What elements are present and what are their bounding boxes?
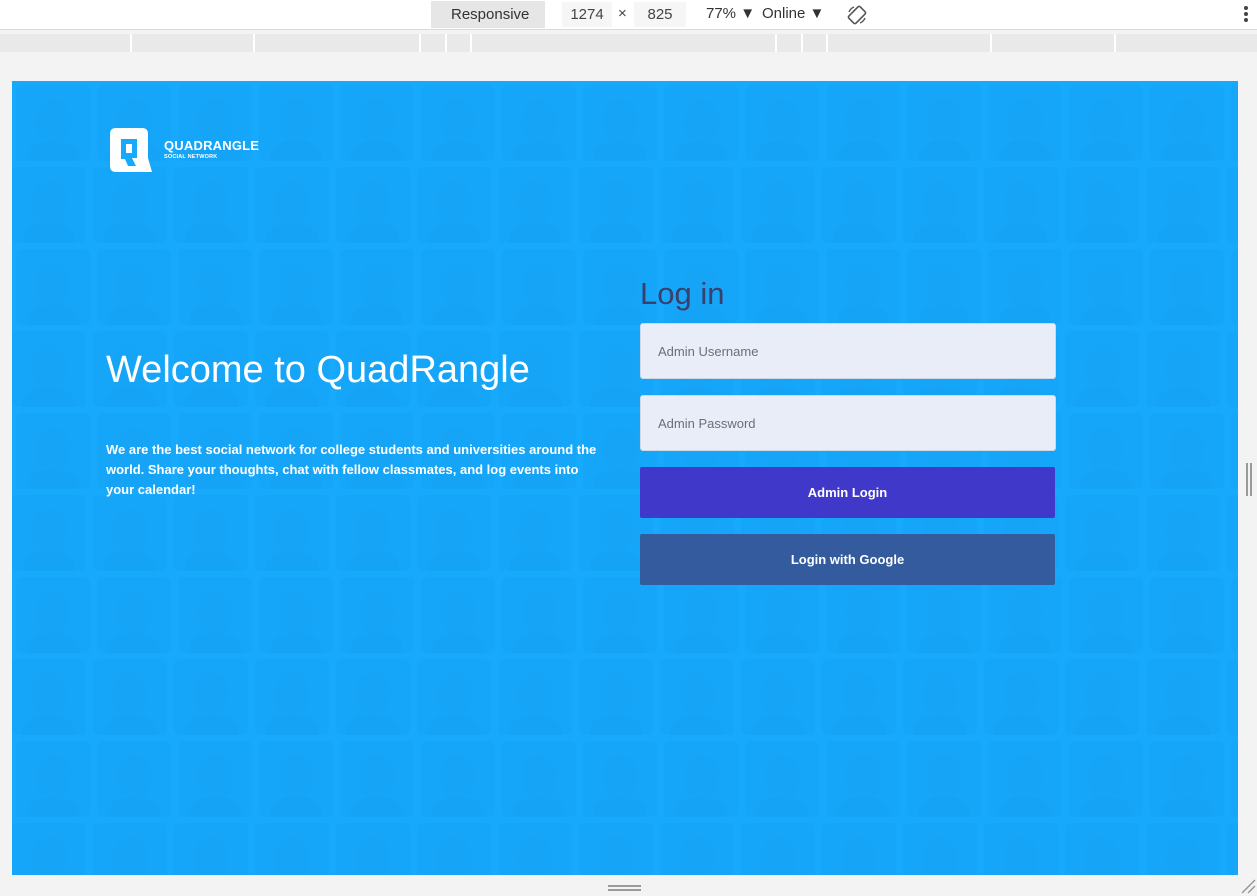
media-query-segment[interactable] xyxy=(130,34,132,52)
brand-title: QUADRANGLE xyxy=(164,138,260,153)
media-query-segment[interactable] xyxy=(253,34,255,52)
device-select[interactable]: Responsive ▼ xyxy=(431,1,545,49)
brand-logo[interactable]: QUADRANGLE SOCIAL NETWORK xyxy=(106,126,266,176)
media-query-bar xyxy=(0,34,1257,52)
network-throttle-select[interactable]: Online ▼ xyxy=(762,5,824,22)
viewport-resize-handle-bottom[interactable] xyxy=(608,885,641,893)
page-viewport: QUADRANGLE SOCIAL NETWORK Welcome to Qua… xyxy=(12,81,1238,875)
admin-username-input[interactable] xyxy=(640,323,1056,379)
viewport-resize-corner-icon[interactable] xyxy=(1240,878,1256,894)
viewport-height-input[interactable]: 825 xyxy=(634,2,686,27)
welcome-description: We are the best social network for colle… xyxy=(106,442,597,497)
dimension-separator: × xyxy=(618,5,627,22)
more-options-icon[interactable] xyxy=(1242,6,1250,24)
brand-subtitle: SOCIAL NETWORK xyxy=(164,154,218,160)
media-query-segment[interactable] xyxy=(801,34,803,52)
admin-password-input[interactable] xyxy=(640,395,1056,451)
media-query-segment[interactable] xyxy=(445,34,447,52)
welcome-heading: Welcome to QuadRangle xyxy=(106,349,530,391)
login-title: Log in xyxy=(640,276,725,311)
media-query-segment[interactable] xyxy=(470,34,472,52)
media-query-segment[interactable] xyxy=(1114,34,1116,52)
google-login-button[interactable]: Login with Google xyxy=(640,534,1055,585)
media-query-segment[interactable] xyxy=(419,34,421,52)
quadrangle-logo-icon xyxy=(110,128,152,172)
rotate-icon[interactable] xyxy=(846,4,868,26)
devtools-device-toolbar: Responsive ▼ 1274 × 825 77% ▼ Online ▼ xyxy=(0,0,1257,49)
admin-login-button[interactable]: Admin Login xyxy=(640,467,1055,518)
media-query-segment[interactable] xyxy=(990,34,992,52)
device-label: Responsive xyxy=(451,6,530,23)
viewport-resize-handle-right[interactable] xyxy=(1246,463,1254,496)
media-query-segment[interactable] xyxy=(775,34,777,52)
viewport-width-input[interactable]: 1274 xyxy=(562,2,612,27)
media-query-segment[interactable] xyxy=(826,34,828,52)
zoom-select[interactable]: 77% ▼ xyxy=(706,5,755,22)
